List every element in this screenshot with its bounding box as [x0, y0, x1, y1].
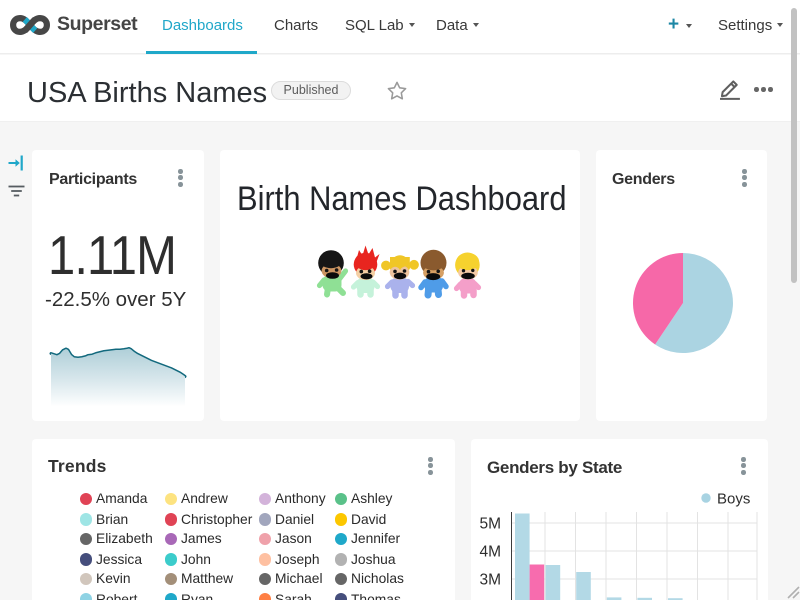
svg-text:5M: 5M [479, 516, 501, 533]
svg-text:3M: 3M [479, 572, 501, 589]
svg-text:Boys: Boys [717, 491, 750, 508]
svg-text:4M: 4M [479, 544, 501, 561]
